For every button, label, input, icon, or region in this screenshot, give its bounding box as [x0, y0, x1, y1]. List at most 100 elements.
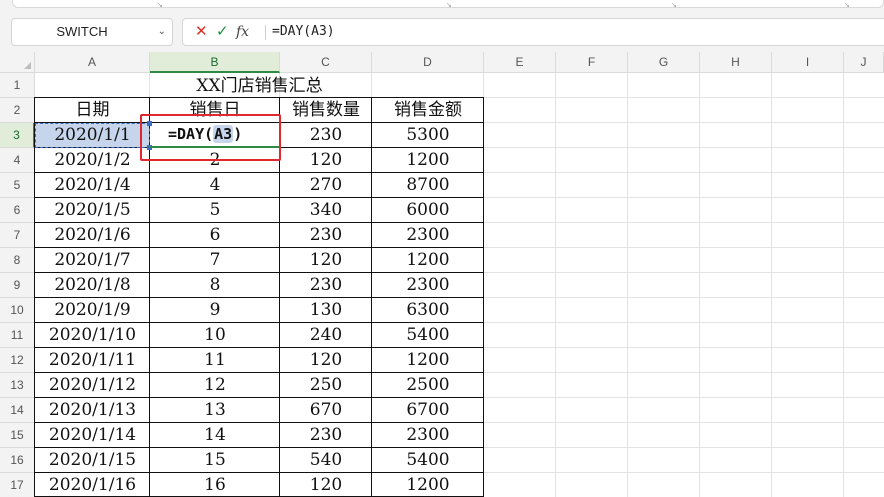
- row-header-10[interactable]: 10: [0, 298, 35, 323]
- table-cell[interactable]: 2300: [372, 423, 484, 448]
- row-header-1[interactable]: 1: [0, 73, 35, 98]
- row-header-17[interactable]: 17: [0, 473, 35, 497]
- table-cell[interactable]: 9: [150, 298, 280, 323]
- column-header-g[interactable]: G: [628, 52, 700, 73]
- row-header-4[interactable]: 4: [0, 148, 35, 173]
- column-header-h[interactable]: H: [700, 52, 772, 73]
- table-header-cell[interactable]: 日期: [35, 98, 150, 123]
- column-header-b[interactable]: B: [150, 52, 280, 73]
- table-cell[interactable]: 5: [150, 198, 280, 223]
- formula-input-area[interactable]: ✕ ✓ fx =DAY(A3): [182, 18, 884, 46]
- table-cell[interactable]: 2020/1/4: [35, 173, 150, 198]
- row-header-11[interactable]: 11: [0, 323, 35, 348]
- fx-icon[interactable]: fx: [236, 19, 249, 45]
- row-header-7[interactable]: 7: [0, 223, 35, 248]
- table-header-cell[interactable]: 销售数量: [280, 98, 372, 123]
- table-cell[interactable]: 11: [150, 348, 280, 373]
- table-header-cell[interactable]: 销售金额: [372, 98, 484, 123]
- row-header-3[interactable]: 3: [0, 123, 35, 148]
- row-header-13[interactable]: 13: [0, 373, 35, 398]
- table-cell[interactable]: 2020/1/7: [35, 248, 150, 273]
- ribbon-expand-icon[interactable]: ↘: [446, 1, 452, 9]
- table-cell[interactable]: 2020/1/5: [35, 198, 150, 223]
- table-cell[interactable]: 230: [280, 123, 372, 148]
- table-cell[interactable]: 8700: [372, 173, 484, 198]
- table-cell[interactable]: 120: [280, 148, 372, 173]
- table-cell[interactable]: 2020/1/10: [35, 323, 150, 348]
- table-cell[interactable]: 2020/1/9: [35, 298, 150, 323]
- row-header-9[interactable]: 9: [0, 273, 35, 298]
- ribbon-expand-icon[interactable]: ↘: [844, 1, 850, 9]
- table-cell[interactable]: 1200: [372, 348, 484, 373]
- table-cell[interactable]: 2020/1/16: [35, 473, 150, 497]
- table-cell[interactable]: 6: [150, 223, 280, 248]
- table-cell[interactable]: 2500: [372, 373, 484, 398]
- row-header-12[interactable]: 12: [0, 348, 35, 373]
- table-cell[interactable]: 230: [280, 223, 372, 248]
- column-header-i[interactable]: I: [772, 52, 844, 73]
- table-cell[interactable]: 2300: [372, 273, 484, 298]
- column-header-d[interactable]: D: [372, 52, 484, 73]
- table-cell[interactable]: 4: [150, 173, 280, 198]
- table-cell[interactable]: 120: [280, 348, 372, 373]
- table-cell[interactable]: 2020/1/13: [35, 398, 150, 423]
- table-cell[interactable]: 15: [150, 448, 280, 473]
- table-cell[interactable]: 13: [150, 398, 280, 423]
- table-cell[interactable]: 2020/1/14: [35, 423, 150, 448]
- chevron-down-icon[interactable]: ⌄: [158, 19, 166, 45]
- row-header-6[interactable]: 6: [0, 198, 35, 223]
- formula-input[interactable]: =DAY(A3): [272, 19, 335, 45]
- table-cell[interactable]: 250: [280, 373, 372, 398]
- row-header-2[interactable]: 2: [0, 98, 35, 123]
- table-cell[interactable]: 14: [150, 423, 280, 448]
- ribbon-expand-icon[interactable]: ↘: [671, 1, 677, 9]
- table-cell[interactable]: 2020/1/8: [35, 273, 150, 298]
- name-box[interactable]: SWITCH ⌄: [11, 18, 173, 46]
- table-cell[interactable]: 2020/1/2: [35, 148, 150, 173]
- table-cell[interactable]: 5400: [372, 448, 484, 473]
- table-cell[interactable]: 1200: [372, 148, 484, 173]
- table-cell[interactable]: 130: [280, 298, 372, 323]
- table-cell[interactable]: 120: [280, 248, 372, 273]
- table-cell[interactable]: 2020/1/6: [35, 223, 150, 248]
- table-cell[interactable]: 6000: [372, 198, 484, 223]
- table-cell[interactable]: 2300: [372, 223, 484, 248]
- table-cell[interactable]: 2020/1/15: [35, 448, 150, 473]
- table-cell[interactable]: 270: [280, 173, 372, 198]
- table-cell[interactable]: 5300: [372, 123, 484, 148]
- close-icon[interactable]: ✕: [195, 19, 208, 45]
- row-header-8[interactable]: 8: [0, 248, 35, 273]
- row-header-5[interactable]: 5: [0, 173, 35, 198]
- table-cell[interactable]: 120: [280, 473, 372, 497]
- select-all-corner[interactable]: [0, 52, 35, 73]
- column-header-e[interactable]: E: [484, 52, 556, 73]
- table-cell[interactable]: 240: [280, 323, 372, 348]
- table-cell[interactable]: 230: [280, 423, 372, 448]
- table-cell[interactable]: 8: [150, 273, 280, 298]
- table-cell[interactable]: 12: [150, 373, 280, 398]
- table-cell[interactable]: 340: [280, 198, 372, 223]
- row-header-15[interactable]: 15: [0, 423, 35, 448]
- table-cell[interactable]: 2020/1/12: [35, 373, 150, 398]
- table-cell[interactable]: 670: [280, 398, 372, 423]
- table-cell[interactable]: 6300: [372, 298, 484, 323]
- column-header-c[interactable]: C: [280, 52, 372, 73]
- table-cell[interactable]: 1200: [372, 248, 484, 273]
- check-icon[interactable]: ✓: [216, 19, 229, 45]
- table-cell[interactable]: 5400: [372, 323, 484, 348]
- column-header-a[interactable]: A: [35, 52, 150, 73]
- column-header-j[interactable]: J: [844, 52, 884, 73]
- table-cell[interactable]: 2020/1/11: [35, 348, 150, 373]
- table-cell[interactable]: 540: [280, 448, 372, 473]
- table-cell[interactable]: 6700: [372, 398, 484, 423]
- column-header-f[interactable]: F: [556, 52, 628, 73]
- spreadsheet-grid[interactable]: A B C D E F G H I J 1 2 3 4 5 6 7 8 9 10 11 12 13 14 15 16 17 XX门店销…: [0, 52, 884, 497]
- table-cell[interactable]: 230: [280, 273, 372, 298]
- table-cell[interactable]: 7: [150, 248, 280, 273]
- row-header-16[interactable]: 16: [0, 448, 35, 473]
- ribbon-expand-icon[interactable]: ↘: [157, 1, 163, 9]
- table-cell[interactable]: 1200: [372, 473, 484, 497]
- table-cell[interactable]: 10: [150, 323, 280, 348]
- row-header-14[interactable]: 14: [0, 398, 35, 423]
- table-cell[interactable]: 16: [150, 473, 280, 497]
